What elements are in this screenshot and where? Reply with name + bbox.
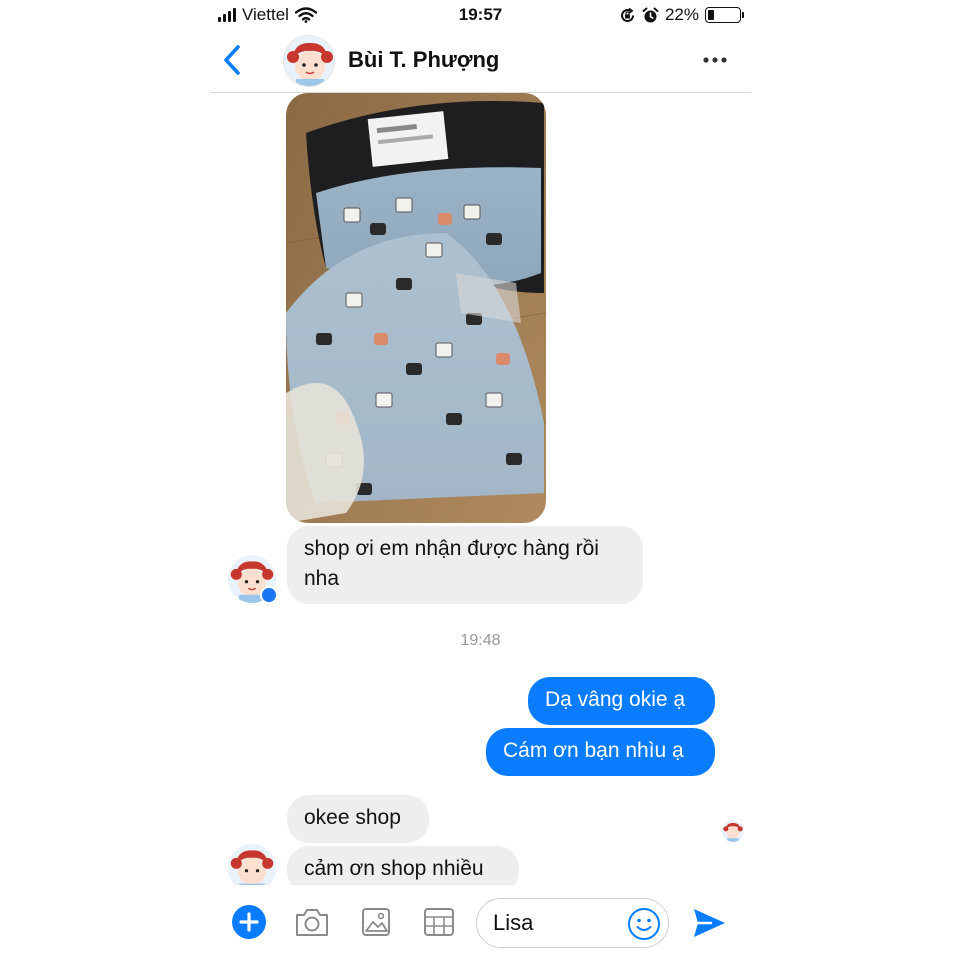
rotation-lock-icon (620, 7, 634, 22)
camera-button[interactable] (294, 906, 330, 938)
messenger-screen: Viettel 19:57 22% Bùi T. Phượng shop ơi … (210, 0, 751, 960)
more-options-button[interactable] (701, 50, 729, 70)
contact-name[interactable]: Bùi T. Phượng (348, 47, 499, 73)
carrier-name: Viettel (242, 5, 289, 24)
incoming-message[interactable]: okee shop (287, 795, 429, 843)
sticker-button[interactable] (423, 907, 455, 937)
outgoing-message[interactable]: Cám ơn bạn nhìu ạ (486, 728, 715, 776)
status-bar: Viettel 19:57 22% (210, 0, 751, 30)
battery-percent: 22% (664, 5, 699, 24)
emoji-button[interactable] (627, 907, 661, 941)
cartoon-avatar-icon (284, 36, 334, 86)
send-button[interactable] (691, 905, 727, 941)
add-button[interactable] (231, 904, 267, 940)
status-left: Viettel (218, 5, 317, 25)
incoming-message[interactable]: shop ơi em nhận được hàng rồi nha (287, 526, 643, 604)
alarm-icon (642, 7, 659, 22)
conversation-header: Bùi T. Phượng (210, 30, 751, 93)
seen-avatar (722, 820, 744, 842)
outgoing-message[interactable]: Dạ vâng okie ạ (528, 677, 715, 725)
timestamp: 19:48 (460, 632, 501, 649)
back-button[interactable] (218, 42, 248, 78)
battery-icon (705, 7, 744, 23)
wifi-icon (294, 7, 317, 23)
message-composer (210, 885, 751, 960)
battery-fill (708, 10, 715, 20)
cartoon-avatar-icon (722, 820, 744, 842)
gallery-button[interactable] (361, 907, 391, 937)
package-photo (286, 93, 546, 523)
signal-icon (218, 8, 236, 22)
photo-message[interactable] (286, 93, 546, 523)
status-right: 22% (619, 5, 744, 25)
contact-avatar[interactable] (283, 35, 335, 87)
messenger-badge-icon (260, 586, 278, 604)
